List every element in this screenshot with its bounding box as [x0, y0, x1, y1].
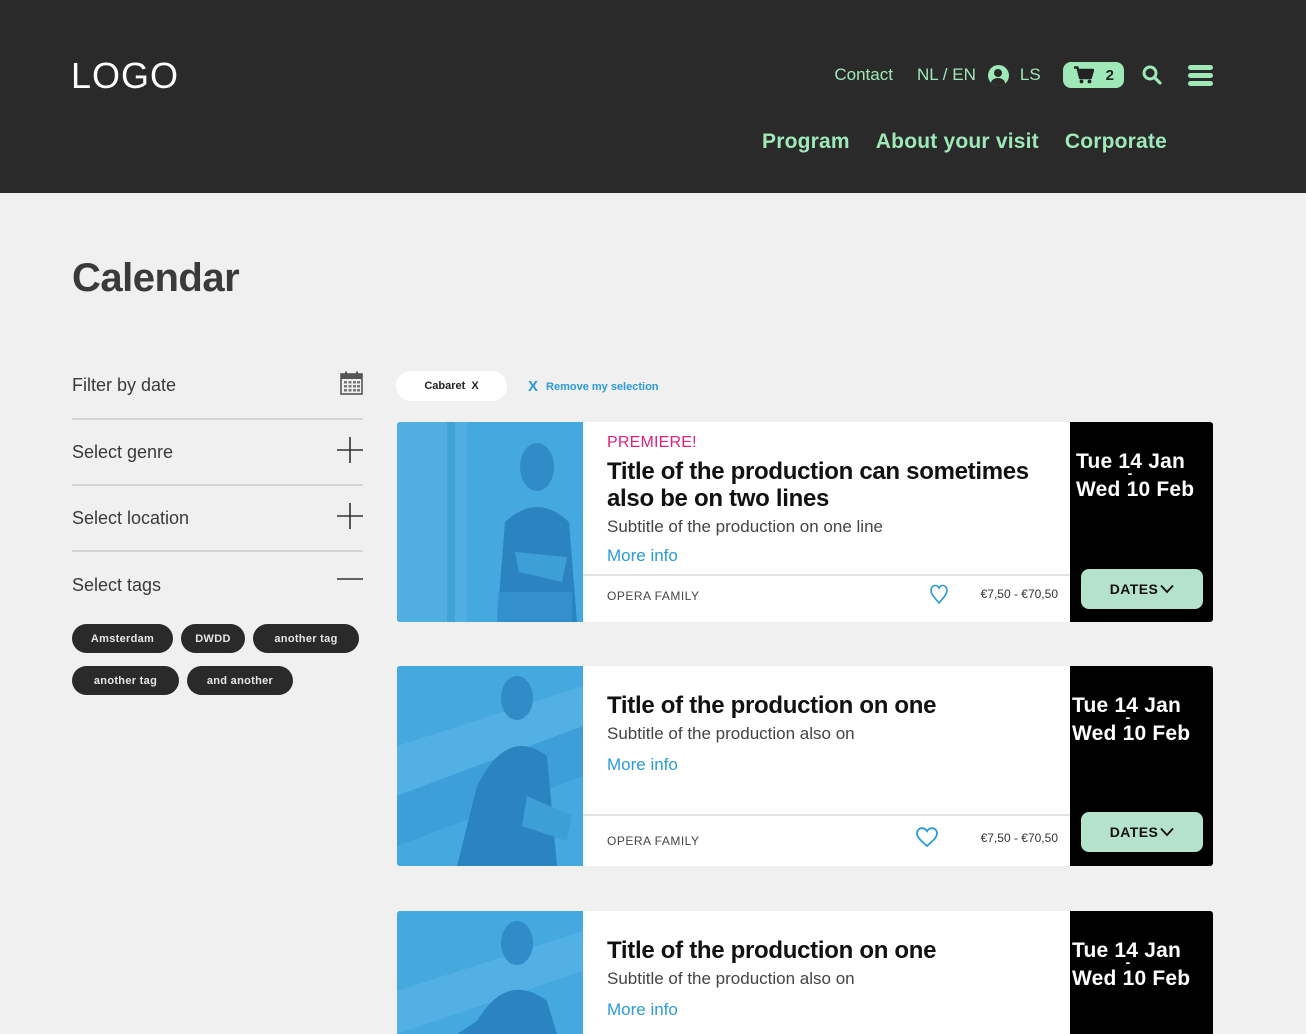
production-image[interactable]: [397, 911, 583, 1034]
card-body: Title of the production on one Subtitle …: [583, 666, 1070, 866]
search-icon[interactable]: [1142, 65, 1162, 85]
contact-link[interactable]: Contact: [834, 65, 893, 85]
user-icon[interactable]: [987, 64, 1009, 86]
card-body: Title of the production on one Subtitle …: [583, 911, 1070, 1034]
chip-label: Cabaret: [424, 380, 466, 392]
premiere-label: PREMIERE!: [607, 434, 697, 451]
more-info-link[interactable]: More info: [607, 755, 678, 775]
plus-icon[interactable]: [337, 436, 363, 468]
filter-label: Select location: [72, 507, 190, 528]
production-title[interactable]: Title of the production on one: [607, 692, 1057, 719]
production-card: Title of the production on one Subtitle …: [397, 911, 1213, 1034]
production-subtitle: Subtitle of the production also on: [607, 969, 855, 988]
remove-selection-label: Remove my selection: [546, 380, 659, 393]
production-subtitle: Subtitle of the production also on: [607, 724, 855, 743]
tag-another-tag[interactable]: another tag: [253, 624, 359, 653]
dates-panel: Tue 14 Jan - Wed 10 Feb DATES: [1070, 422, 1213, 622]
production-image[interactable]: [397, 422, 583, 622]
more-info-link[interactable]: More info: [607, 1000, 678, 1020]
production-card: PREMIERE! Title of the production can so…: [397, 422, 1213, 622]
main-nav: Program About your visit Corporate: [762, 130, 1167, 154]
production-image[interactable]: [397, 666, 583, 866]
price-range: €7,50 - €70,50: [980, 587, 1058, 601]
production-category: OPERA FAMILY: [607, 589, 700, 603]
production-category: OPERA FAMILY: [607, 834, 700, 848]
date-end: Wed 10 Feb: [1076, 478, 1195, 501]
tag-dwdd[interactable]: DWDD: [181, 624, 245, 653]
cart-button[interactable]: 2: [1062, 62, 1124, 88]
user-initials[interactable]: LS: [1020, 65, 1041, 85]
tag-and-another[interactable]: and another: [187, 666, 293, 695]
dates-panel: Tue 14 Jan - Wed 10 Feb: [1070, 911, 1213, 1034]
production-subtitle: Subtitle of the production on one line: [607, 517, 883, 536]
date-end: Wed 10 Feb: [1072, 967, 1191, 990]
dates-button[interactable]: DATES: [1081, 569, 1203, 609]
tag-amsterdam[interactable]: Amsterdam: [72, 624, 173, 653]
chevron-down-icon: [1160, 581, 1174, 597]
filter-sidebar: Filter by date Select genre Select locat…: [72, 353, 363, 695]
chip-close-icon[interactable]: X: [471, 380, 478, 392]
dates-button[interactable]: DATES: [1081, 812, 1203, 852]
card-body: PREMIERE! Title of the production can so…: [583, 422, 1070, 622]
filter-by-date[interactable]: Filter by date: [72, 353, 363, 420]
cart-icon: [1073, 66, 1094, 84]
filter-label: Select tags: [72, 574, 162, 595]
site-header: LOGO Contact NL / EN LS 2 Program About …: [0, 0, 1306, 193]
nav-about-your-visit[interactable]: About your visit: [876, 130, 1039, 154]
production-title[interactable]: Title of the production can sometimes al…: [607, 458, 1057, 512]
production-card: Title of the production on one Subtitle …: [397, 666, 1213, 866]
dates-panel: Tue 14 Jan - Wed 10 Feb DATES: [1070, 666, 1213, 866]
logo[interactable]: LOGO: [71, 56, 179, 96]
filter-tags[interactable]: Select tags: [72, 552, 363, 618]
calendar-icon[interactable]: [340, 371, 363, 400]
remove-selection-link[interactable]: X Remove my selection: [528, 378, 659, 395]
close-icon: X: [528, 378, 539, 395]
filter-location[interactable]: Select location: [72, 486, 363, 552]
nav-program[interactable]: Program: [762, 130, 850, 154]
minus-icon[interactable]: [337, 570, 363, 601]
price-range: €7,50 - €70,50: [980, 831, 1058, 845]
tag-another-tag[interactable]: another tag: [72, 666, 179, 695]
selected-genre-chip[interactable]: Cabaret X: [396, 371, 507, 401]
filter-label: Select genre: [72, 441, 174, 462]
chevron-down-icon: [1160, 824, 1174, 840]
plus-icon[interactable]: [337, 502, 363, 534]
date-end: Wed 10 Feb: [1072, 722, 1191, 745]
menu-icon[interactable]: [1188, 64, 1213, 86]
utility-nav: Contact NL / EN LS 2: [834, 60, 1213, 90]
filter-genre[interactable]: Select genre: [72, 420, 363, 486]
divider: [583, 814, 1070, 816]
page-title: Calendar: [72, 256, 240, 300]
divider: [583, 574, 1070, 576]
dates-button-label: DATES: [1109, 824, 1159, 840]
production-title[interactable]: Title of the production on one: [607, 937, 1057, 964]
cart-count: 2: [1105, 66, 1114, 84]
tag-list: Amsterdam DWDD another tag another tag a…: [72, 624, 363, 695]
language-switch[interactable]: NL / EN: [917, 65, 976, 85]
filter-label: Filter by date: [72, 375, 177, 395]
nav-corporate[interactable]: Corporate: [1065, 130, 1167, 154]
more-info-link[interactable]: More info: [607, 546, 678, 566]
dates-button-label: DATES: [1109, 581, 1159, 597]
heart-icon[interactable]: [916, 827, 938, 852]
heart-icon[interactable]: [930, 584, 948, 609]
